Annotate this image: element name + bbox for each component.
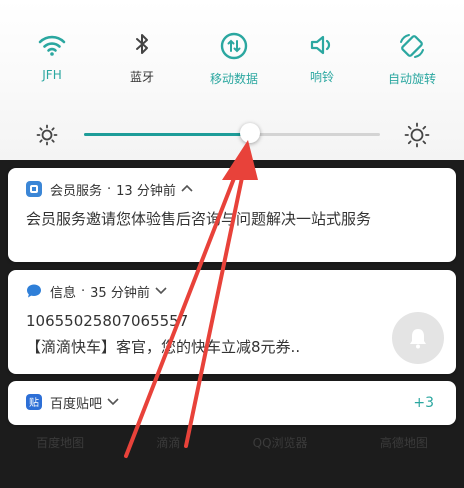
notification-message[interactable]: 信息 · 35 分钟前 10655025807065557 【滴滴快车】客官，您… (8, 270, 456, 374)
dock-label: 高德地图 (379, 435, 428, 450)
notification-app-name: 信息 (50, 285, 77, 301)
notification-header: 信息 · 35 分钟前 (26, 282, 168, 301)
brightness-slider-thumb[interactable] (240, 123, 260, 143)
separator-dot: · (81, 283, 86, 299)
brightness-high-icon (404, 122, 430, 148)
notification-body: 【滴滴快车】客官，您的快车立减8元券.. (26, 338, 301, 356)
home-dock-labels: 百度地图 滴滴 QQ浏览器 高德地图 (0, 428, 464, 456)
notification-count-badge: +3 (413, 395, 434, 411)
member-service-icon (26, 181, 42, 197)
bell-icon (410, 329, 426, 349)
notification-header: 贴 百度贴吧 (26, 393, 120, 412)
toggle-label: JFH (42, 68, 62, 82)
notification-app-name: 会员服务 (50, 183, 103, 199)
ring-volume-icon (310, 35, 331, 55)
notification-header: 会员服务 · 13 分钟前 (26, 180, 194, 199)
bluetooth-icon (136, 34, 148, 54)
toggle-auto-rotate[interactable]: 自动旋转 (374, 32, 450, 87)
wifi-icon (38, 35, 66, 56)
dock-label: 滴滴 (156, 435, 181, 450)
notification-time: 13 分钟前 (116, 183, 176, 199)
brightness-track-fill (84, 133, 250, 136)
toggle-label: 响铃 (309, 70, 334, 84)
toggle-label: 自动旋转 (387, 72, 436, 86)
separator-dot: · (107, 181, 112, 197)
quick-settings-panel: JFH 蓝牙 移动数据 响铃 自动旋转 (0, 0, 464, 160)
notification-time: 35 分钟前 (90, 285, 150, 301)
dock-label: QQ浏览器 (252, 435, 308, 450)
toggle-mobile-data[interactable]: 移动数据 (196, 32, 272, 87)
notification-app-name: 百度贴吧 (50, 396, 103, 412)
notification-title: 10655025807065557 (26, 312, 189, 330)
chevron-down-icon[interactable] (106, 395, 120, 410)
dock-label: 百度地图 (36, 435, 85, 450)
toggle-ring[interactable]: 响铃 (284, 32, 360, 85)
toggle-bluetooth[interactable]: 蓝牙 (104, 32, 180, 85)
notification-member-service[interactable]: 会员服务 · 13 分钟前 会员服务邀请您体验售后咨询与问题解决一站式服务 (8, 168, 456, 262)
brightness-slider-row (0, 118, 464, 154)
toggle-wifi[interactable]: JFH (14, 32, 90, 82)
snooze-bell-button[interactable] (392, 312, 444, 364)
brightness-low-icon (36, 124, 58, 146)
toggle-label: 移动数据 (209, 72, 258, 86)
chevron-up-icon[interactable] (180, 182, 194, 197)
mobile-data-icon (220, 32, 248, 60)
message-icon (26, 283, 42, 299)
auto-rotate-icon (400, 34, 424, 58)
svg-text:贴: 贴 (29, 396, 39, 408)
chevron-down-icon[interactable] (154, 284, 168, 299)
notification-body: 会员服务邀请您体验售后咨询与问题解决一站式服务 (26, 210, 372, 228)
notification-baidu-tieba[interactable]: 贴 百度贴吧 +3 (8, 381, 456, 425)
toggle-label: 蓝牙 (129, 70, 154, 84)
baidu-tieba-icon: 贴 (26, 394, 42, 410)
